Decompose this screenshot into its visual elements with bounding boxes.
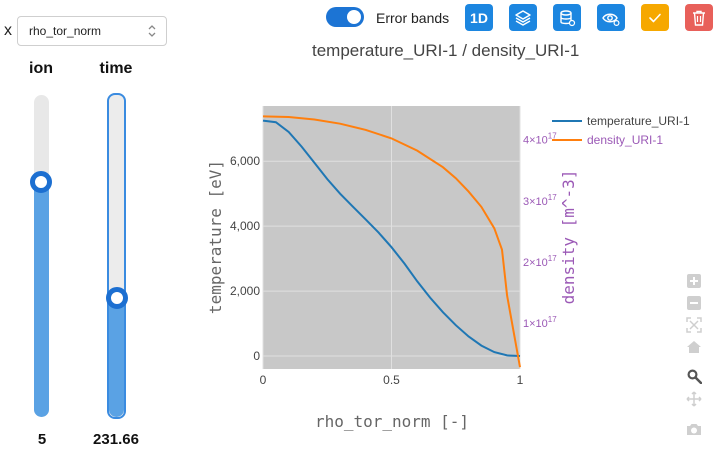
check-icon (649, 13, 661, 22)
legend: temperature_URI-1 density_URI-1 (552, 114, 690, 147)
y2-ticks: 1×1017 2×1017 3×1017 4×1017 (523, 132, 557, 330)
error-bands-label: Error bands (376, 10, 450, 26)
time-slider-title: time (99, 60, 133, 77)
updown-chevron-icon (148, 25, 156, 37)
toggle-knob (347, 10, 361, 24)
x-tick-label: 0 (260, 373, 267, 387)
minus-icon (687, 296, 701, 310)
legend-label: density_URI-1 (587, 133, 663, 147)
series-layer (262, 115, 521, 368)
ion-slider-title: ion (29, 60, 53, 77)
plot-title: temperature_URI-1 / density_URI-1 (312, 41, 580, 60)
trash-icon (693, 10, 705, 26)
y2-tick-label: 4×1017 (523, 132, 557, 147)
series-line-temperature (262, 119, 521, 357)
ion-slider-track[interactable] (34, 95, 49, 417)
ion-slider-handle[interactable] (30, 170, 52, 193)
y2-axis-title: density [m^-3] (559, 170, 578, 305)
gridlines (262, 106, 521, 369)
error-bands-toggle[interactable] (326, 7, 364, 27)
plus-icon (687, 274, 701, 288)
y2-tick-label: 3×1017 (523, 193, 557, 208)
layers-button[interactable] (509, 4, 537, 31)
autoscale-button[interactable] (684, 316, 704, 334)
one-d-label: 1D (470, 9, 488, 26)
database-icon (560, 9, 576, 26)
y-tick-label: 4,000 (230, 219, 260, 233)
autoscale-icon (686, 317, 702, 333)
time-slider-track[interactable] (107, 93, 126, 419)
pan-button[interactable] (684, 390, 704, 408)
time-slider-value: 231.66 (93, 431, 139, 448)
camera-icon (687, 424, 701, 435)
y-ticks: 0 2,000 4,000 6,000 (230, 154, 260, 363)
x-tick-label: 1 (517, 373, 524, 387)
move-icon (686, 391, 702, 407)
x-axis-select[interactable]: rho_tor_norm (17, 16, 167, 46)
y2-tick-label: 2×1017 (523, 254, 557, 269)
ion-slider-value: 5 (37, 431, 47, 448)
x-tick-label: 0.5 (383, 373, 400, 387)
confirm-button[interactable] (641, 4, 669, 31)
x-axis-title: rho_tor_norm [-] (315, 412, 469, 431)
home-icon (687, 341, 701, 353)
zoom-out-button[interactable] (684, 294, 704, 312)
legend-label: temperature_URI-1 (587, 114, 690, 128)
x-axis-select-value: rho_tor_norm (29, 24, 102, 38)
y2-tick-label: 1×1017 (523, 315, 557, 330)
delete-button[interactable] (685, 4, 713, 31)
plot-area (263, 106, 520, 369)
series-line-density (262, 115, 521, 368)
download-png-button[interactable] (684, 420, 704, 438)
y-tick-label: 2,000 (230, 284, 260, 298)
magnifier-icon (687, 369, 702, 384)
zoom-in-button[interactable] (684, 272, 704, 290)
x-ticks: 0 0.5 1 (260, 373, 524, 387)
zoom-button[interactable] (684, 367, 704, 385)
eye-settings-icon (602, 13, 620, 26)
layers-icon (515, 9, 531, 26)
time-slider-fill (109, 297, 124, 417)
ion-slider-fill (34, 181, 49, 417)
reset-axes-button[interactable] (684, 338, 704, 356)
x-axis-label: x (4, 22, 12, 39)
one-d-button[interactable]: 1D (465, 4, 493, 31)
y-tick-label: 0 (253, 349, 260, 363)
y-tick-label: 6,000 (230, 154, 260, 168)
eye-settings-button[interactable] (597, 4, 625, 31)
database-button[interactable] (553, 4, 581, 31)
y-axis-title: temperature [eV] (206, 160, 225, 314)
